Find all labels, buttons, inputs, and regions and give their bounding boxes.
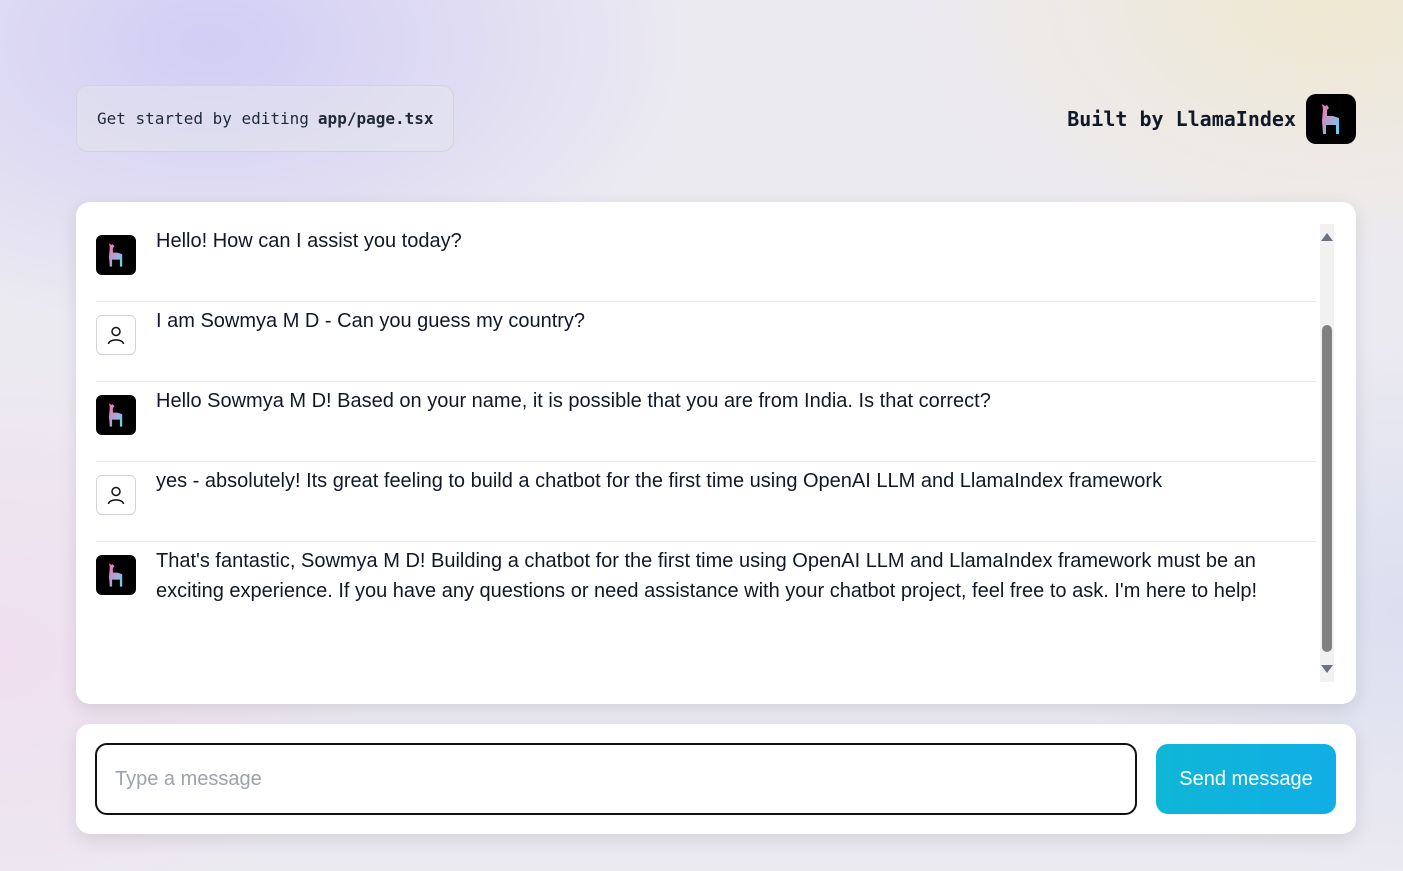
message-text: I am Sowmya M D - Can you guess my count…	[156, 310, 586, 332]
built-by-text: Built by LlamaIndex	[1067, 107, 1296, 131]
message-user: I am Sowmya M D - Can you guess my count…	[96, 302, 1316, 382]
scroll-thumb[interactable]	[1322, 325, 1332, 652]
scroll-up-arrow-icon[interactable]	[1321, 233, 1333, 241]
llama-icon	[96, 395, 136, 435]
message-text: Hello Sowmya M D! Based on your name, it…	[156, 390, 991, 412]
scroll-down-arrow-icon[interactable]	[1321, 665, 1333, 673]
message-text: yes - absolutely! Its great feeling to b…	[156, 470, 1163, 492]
message-list-scrollbar[interactable]	[1320, 224, 1334, 682]
message-text: Hello! How can I assist you today?	[156, 230, 462, 252]
message-input[interactable]	[95, 743, 1137, 815]
message-user: yes - absolutely! Its great feeling to b…	[96, 462, 1316, 542]
llama-icon	[96, 555, 136, 595]
message-list: Hello! How can I assist you today? I am …	[96, 222, 1316, 704]
llama-icon	[96, 235, 136, 275]
message-bot: That's fantastic, Sowmya M D! Building a…	[96, 542, 1316, 632]
user-icon	[96, 475, 136, 515]
message-bot: Hello! How can I assist you today?	[96, 222, 1316, 302]
page-file-name: app/page.tsx	[317, 109, 434, 128]
message-text: That's fantastic, Sowmya M D! Building a…	[156, 550, 1258, 602]
user-icon	[96, 315, 136, 355]
get-started-badge: Get started by editing app/page.tsx	[76, 85, 454, 152]
llama-icon	[1306, 94, 1356, 144]
get-started-text: Get started by editing	[97, 109, 309, 128]
send-message-button[interactable]: Send message	[1156, 744, 1336, 814]
message-bot: Hello Sowmya M D! Based on your name, it…	[96, 382, 1316, 462]
chat-panel: Hello! How can I assist you today? I am …	[76, 202, 1356, 704]
built-by-link[interactable]: Built by LlamaIndex	[1067, 94, 1356, 144]
composer-panel: Send message	[76, 724, 1356, 834]
